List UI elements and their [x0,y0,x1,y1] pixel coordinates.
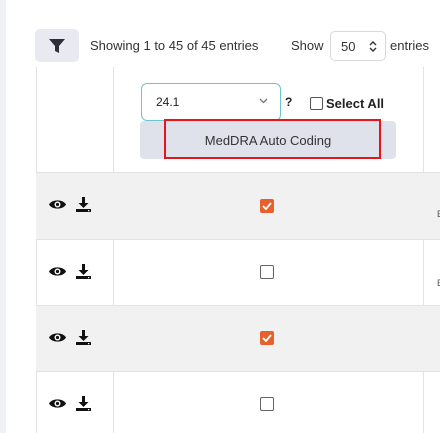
download-icon[interactable] [75,329,92,346]
row-checkbox[interactable] [260,265,274,279]
eye-icon[interactable] [48,265,67,278]
row-actions [48,329,92,346]
filter-button[interactable] [35,29,79,62]
checkmark-icon [262,334,272,342]
entries-table: 24.1 ? Select All MedDRA Auto Coding [36,67,440,433]
download-icon[interactable] [75,263,92,280]
meddra-version-select[interactable]: 24.1 [141,83,281,121]
select-all-label: Select All [326,96,385,111]
meddra-version-value: 24.1 [156,95,180,109]
entries-label: entries [390,38,430,53]
help-mark[interactable]: ? [285,95,292,109]
eye-icon[interactable] [48,331,67,344]
page-size-value: 50 [341,38,356,54]
row-actions [48,196,92,213]
table-row [36,371,440,433]
row-checkbox[interactable] [260,199,274,213]
showing-entries-text: Showing 1 to 45 of 45 entries [90,38,259,53]
filter-icon [49,38,65,53]
row-actions [48,395,92,412]
select-all-checkbox[interactable] [310,97,323,110]
row-checkbox[interactable] [260,397,274,411]
row-checkbox[interactable] [260,331,274,345]
row-actions [48,263,92,280]
eye-icon[interactable] [48,198,67,211]
table-row: E [36,239,440,305]
checkmark-icon [262,202,272,210]
table-row [36,305,440,371]
download-icon[interactable] [75,196,92,213]
show-label: Show [291,38,324,53]
select-all-toggle[interactable]: Select All [310,96,384,111]
sort-caret-icon [369,41,377,52]
page-size-select[interactable]: 50 [330,31,386,61]
eye-icon[interactable] [48,397,67,410]
chevron-down-icon [259,98,268,104]
entries-panel: Showing 1 to 45 of 45 entries Show 50 en… [6,0,440,433]
highlight-box [164,119,381,159]
download-icon[interactable] [75,395,92,412]
table-row: E [36,172,440,239]
